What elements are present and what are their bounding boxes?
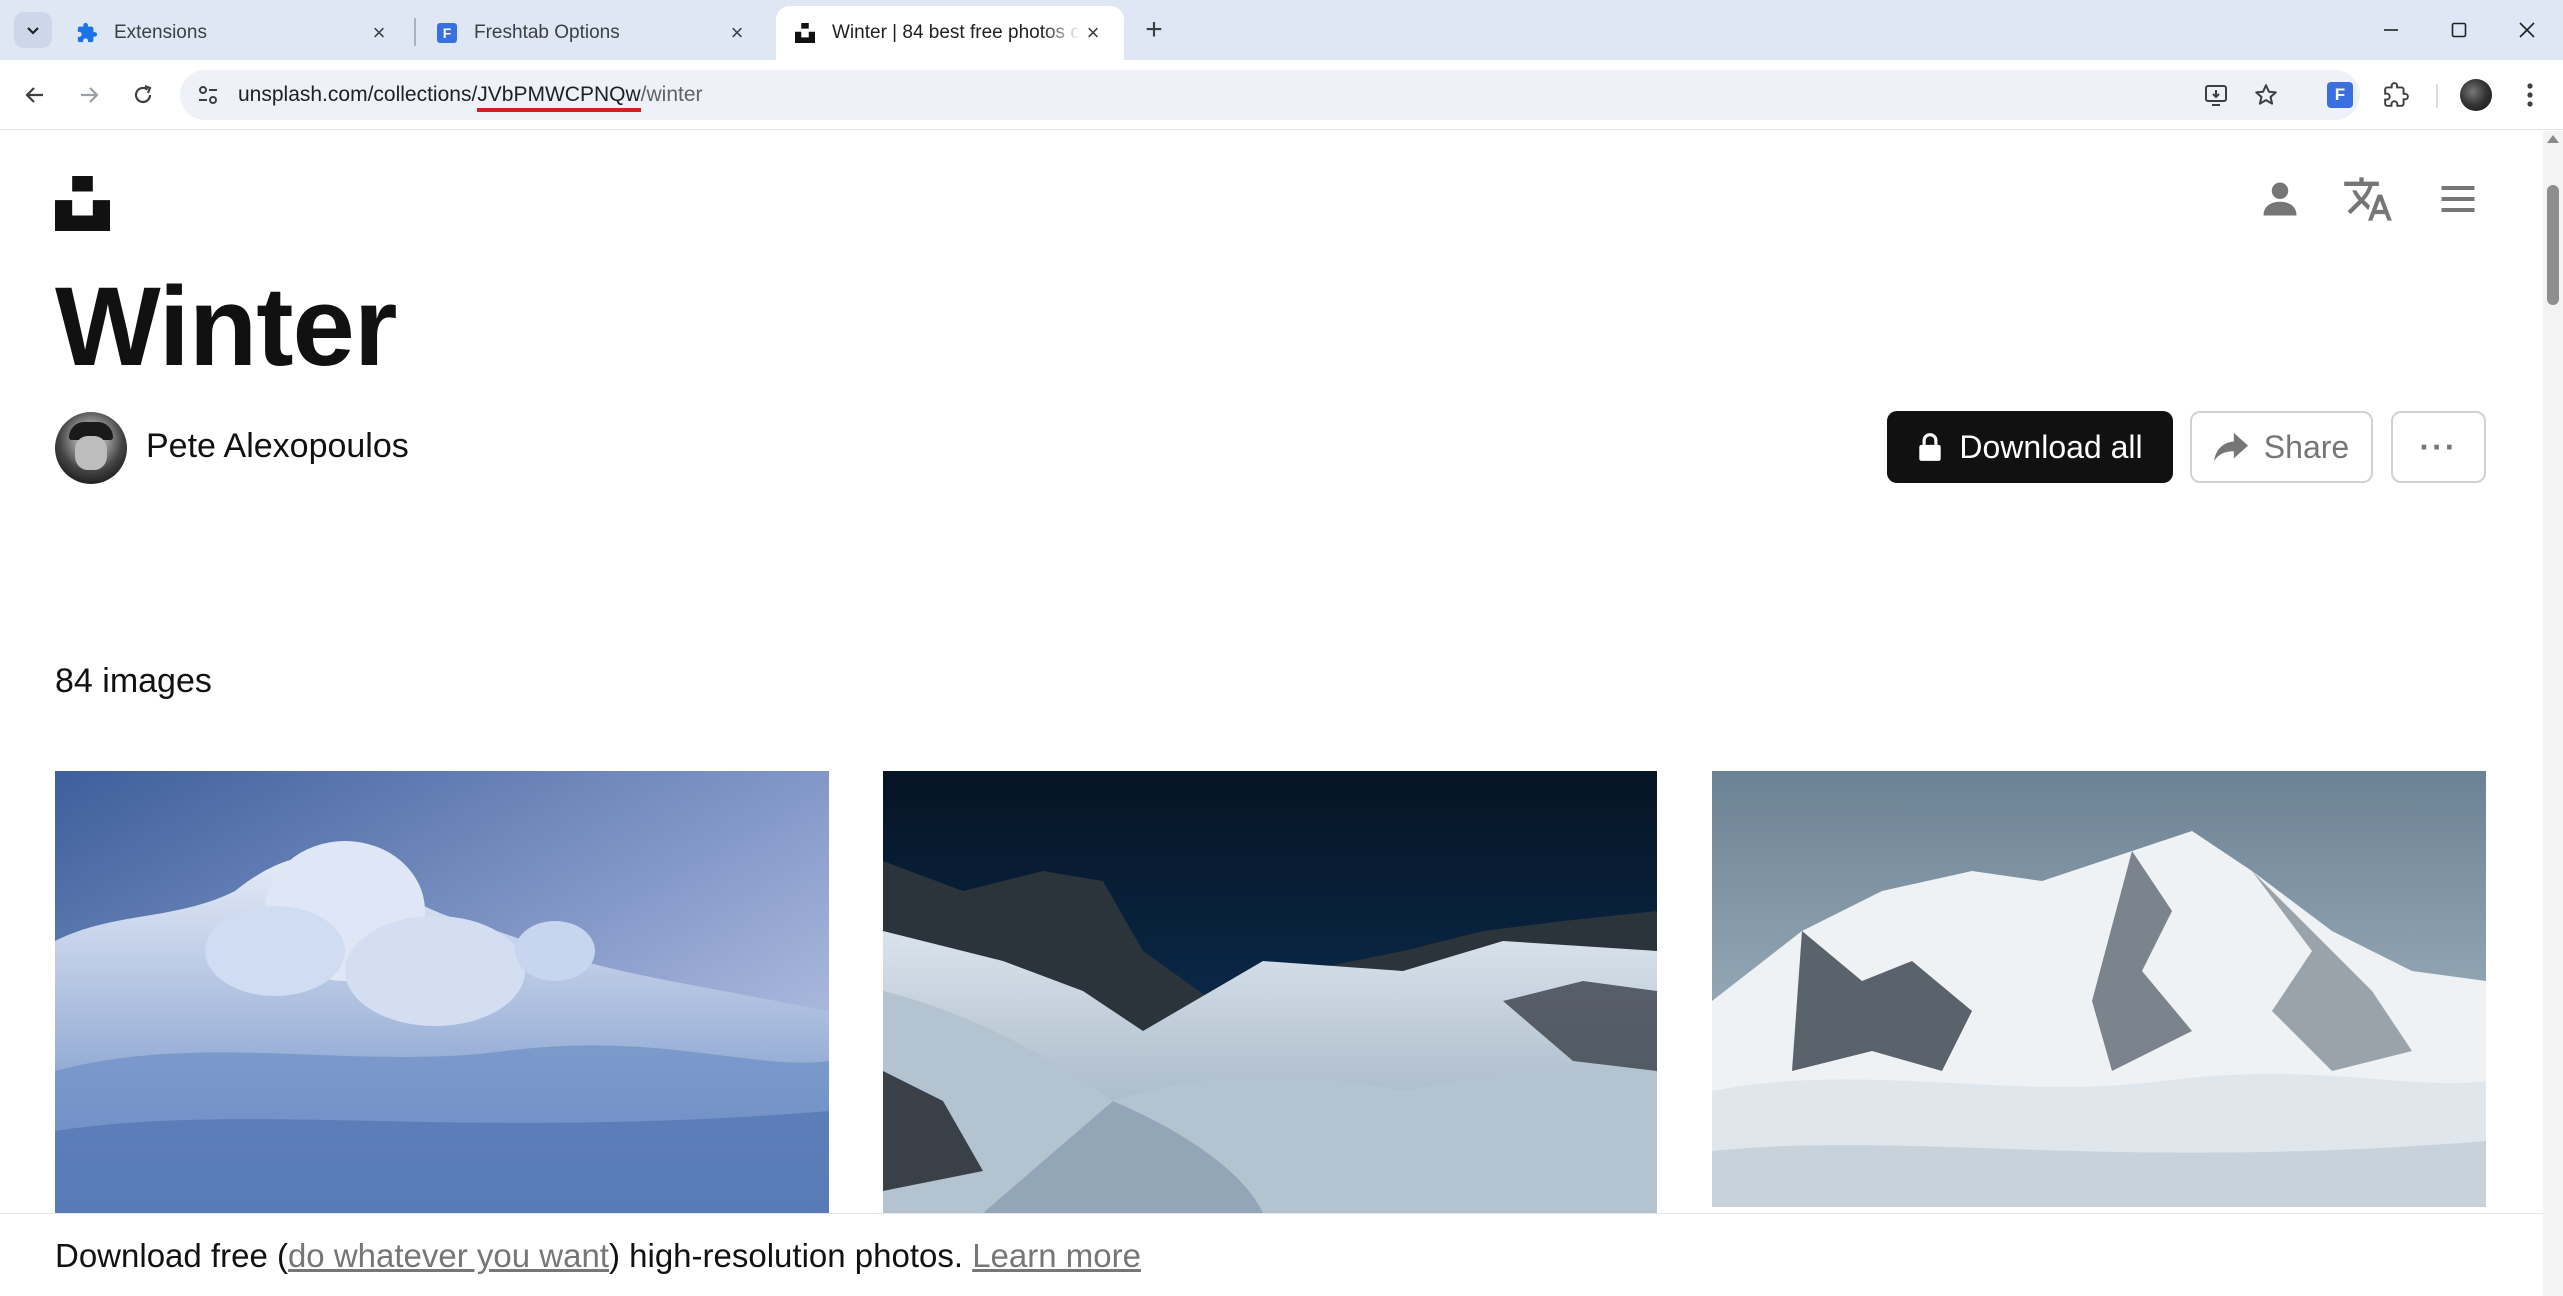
- page-content: Winter Pete Alexopoulos Download all Sha…: [0, 131, 2543, 1296]
- tab-separator: [414, 18, 416, 46]
- unsplash-icon: [794, 22, 816, 44]
- tab-label: Freshtab Options: [474, 22, 620, 43]
- plus-icon: +: [1145, 13, 1163, 46]
- bookmark-star-icon[interactable]: [2252, 81, 2280, 109]
- tab-unsplash-winter[interactable]: Winter | 84 best free photos on ×: [776, 6, 1124, 60]
- share-arrow-icon: [2213, 432, 2248, 462]
- more-actions-button[interactable]: ···: [2391, 411, 2486, 483]
- tab-freshtab-options[interactable]: F Freshtab Options ×: [418, 6, 768, 60]
- back-button[interactable]: [17, 77, 53, 113]
- install-app-icon[interactable]: [2202, 81, 2230, 109]
- photo-alpine-valley: [883, 771, 1657, 1213]
- tab-strip: Extensions × F Freshtab Options × Winter…: [0, 0, 2563, 60]
- author-avatar[interactable]: [55, 412, 127, 484]
- new-tab-button[interactable]: +: [1138, 13, 1170, 46]
- photo-snowy-peaks: [1712, 771, 2486, 1207]
- license-banner: Download free (do whatever you want) hig…: [0, 1213, 2543, 1296]
- reload-button[interactable]: [125, 77, 161, 113]
- author-name-link[interactable]: Pete Alexopoulos: [146, 427, 409, 466]
- browser-menu-button[interactable]: [2512, 77, 2548, 113]
- share-button[interactable]: Share: [2190, 411, 2373, 483]
- avatar: [2460, 79, 2492, 111]
- main-menu-button[interactable]: [2430, 171, 2486, 227]
- url-prefix: unsplash.com/collections/: [238, 83, 478, 106]
- download-all-button[interactable]: Download all: [1887, 411, 2173, 483]
- scroll-up-arrow-icon[interactable]: [2547, 135, 2559, 143]
- tab-label: Extensions: [114, 22, 207, 43]
- url-text: unsplash.com/collections/JVbPMWCPNQw/win…: [238, 83, 703, 112]
- puzzle-icon: [76, 22, 98, 44]
- tab-extensions[interactable]: Extensions ×: [58, 6, 410, 60]
- license-link[interactable]: do whatever you want: [288, 1237, 609, 1274]
- unsplash-icon: [55, 176, 110, 231]
- arrow-left-icon: [25, 87, 43, 103]
- address-bar[interactable]: unsplash.com/collections/JVbPMWCPNQw/win…: [180, 70, 2360, 120]
- site-info-icon[interactable]: [196, 83, 220, 107]
- maximize-icon: [2451, 22, 2467, 38]
- url-suffix: /winter: [640, 83, 703, 106]
- photo-card[interactable]: [55, 771, 829, 1213]
- close-icon[interactable]: ×: [366, 20, 392, 46]
- close-icon: [2519, 22, 2535, 38]
- reload-icon: [134, 84, 152, 104]
- photo-card[interactable]: [1712, 771, 2486, 1207]
- close-icon[interactable]: ×: [724, 20, 750, 46]
- maximize-button[interactable]: [2434, 12, 2484, 48]
- freshtab-extension-button[interactable]: F: [2322, 77, 2358, 113]
- more-vert-icon: [2527, 83, 2533, 107]
- hamburger-icon: [2441, 185, 2475, 213]
- freshtab-icon: F: [436, 22, 458, 44]
- tab-search-button[interactable]: [14, 12, 52, 48]
- scroll-thumb[interactable]: [2547, 185, 2559, 305]
- arrow-right-icon: [81, 87, 99, 103]
- page-scrollbar[interactable]: [2543, 131, 2563, 1296]
- tab-label: Winter | 84 best free photos on: [832, 22, 1080, 43]
- unsplash-logo[interactable]: [55, 176, 110, 231]
- freshtab-icon: F: [2327, 82, 2353, 108]
- share-label: Share: [2263, 428, 2350, 465]
- more-horiz-icon: ···: [2419, 428, 2458, 465]
- chevron-down-icon: [27, 27, 39, 35]
- translate-icon: [2344, 177, 2392, 221]
- language-button[interactable]: [2340, 171, 2396, 227]
- person-icon: [2263, 182, 2297, 216]
- download-all-label: Download all: [1959, 428, 2143, 465]
- photo-frosted-trees: [55, 771, 829, 1213]
- banner-text: Download free (do whatever you want) hig…: [55, 1237, 1141, 1274]
- forward-button[interactable]: [71, 77, 107, 113]
- toolbar-divider: [2436, 84, 2438, 108]
- minimize-icon: [2384, 29, 2398, 31]
- profile-button[interactable]: [2458, 77, 2494, 113]
- lock-icon: [1917, 432, 1943, 462]
- puzzle-icon: [2384, 82, 2409, 107]
- browser-toolbar: unsplash.com/collections/JVbPMWCPNQw/win…: [0, 60, 2563, 130]
- close-icon[interactable]: ×: [1080, 20, 1106, 46]
- extensions-button[interactable]: [2378, 77, 2414, 113]
- minimize-button[interactable]: [2366, 12, 2416, 48]
- page-title: Winter: [55, 264, 397, 389]
- learn-more-link[interactable]: Learn more: [972, 1237, 1141, 1274]
- close-window-button[interactable]: [2502, 12, 2552, 48]
- url-collection-id: JVbPMWCPNQw: [477, 83, 641, 112]
- image-count: 84 images: [55, 662, 212, 700]
- account-button[interactable]: [2252, 171, 2308, 227]
- photo-card[interactable]: [883, 771, 1657, 1213]
